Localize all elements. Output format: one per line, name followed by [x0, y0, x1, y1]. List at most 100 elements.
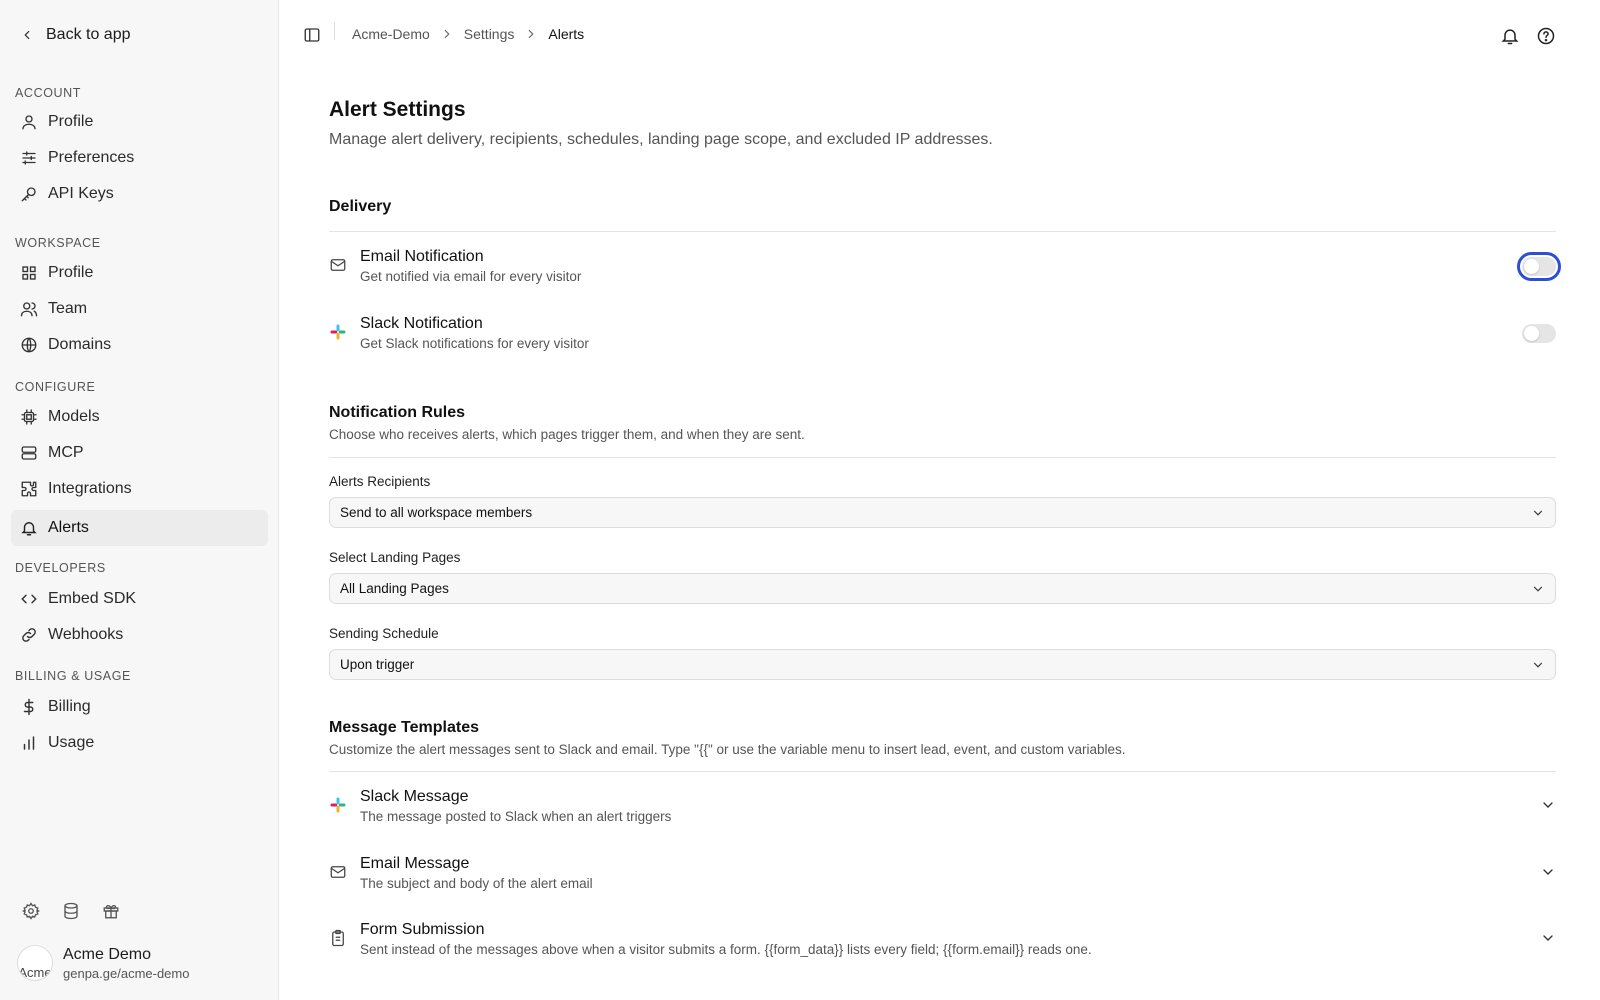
sidebar-item-alerts[interactable]: Alerts: [11, 510, 268, 546]
sidebar-item-label: Webhooks: [48, 626, 124, 643]
section-title-notification-rules: Notification Rules: [329, 404, 466, 421]
section-label-developers: DEVELOPERS: [15, 561, 106, 575]
email-notification-row: Email Notification Get notified via emai…: [329, 248, 1561, 298]
alerts-recipients-select[interactable]: Send to all workspace members: [329, 497, 1556, 528]
chevron-down-icon: [1531, 582, 1545, 596]
email-message-desc: The subject and body of the alert email: [360, 876, 593, 891]
divider: [329, 457, 1556, 458]
code-icon: [20, 590, 38, 608]
form-submission-title: Form Submission: [360, 921, 485, 938]
sidebar-item-label: Profile: [48, 113, 94, 130]
chevron-down-icon[interactable]: [1540, 864, 1556, 880]
sidebar-item-label: Billing: [48, 698, 91, 715]
mail-icon: [329, 863, 347, 881]
globe-icon: [20, 336, 38, 354]
sidebar-item-team[interactable]: Team: [11, 291, 268, 327]
chevron-down-icon: [1531, 658, 1545, 672]
landing-pages-select[interactable]: All Landing Pages: [329, 573, 1556, 604]
puzzle-icon: [20, 480, 38, 498]
sidebar-item-webhooks[interactable]: Webhooks: [11, 617, 268, 653]
sidebar-item-integrations[interactable]: Integrations: [11, 471, 268, 507]
sidebar-item-label: Team: [48, 300, 88, 317]
dollar-icon: [20, 698, 38, 716]
sidebar-item-domains[interactable]: Domains: [11, 327, 268, 363]
gear-icon[interactable]: [22, 902, 40, 920]
sliders-icon: [20, 149, 38, 167]
key-icon: [20, 185, 38, 203]
sidebar-item-embed-sdk[interactable]: Embed SDK: [11, 581, 268, 617]
sending-schedule-value: Upon trigger: [340, 657, 415, 672]
chevron-left-icon: [20, 28, 34, 42]
section-label-configure: CONFIGURE: [15, 380, 96, 394]
section-title-message-templates: Message Templates: [329, 719, 479, 736]
user-icon: [20, 113, 38, 131]
mail-icon: [329, 256, 347, 274]
divider: [329, 771, 1556, 772]
section-title-delivery: Delivery: [329, 198, 392, 215]
toggle-knob: [1524, 326, 1539, 341]
slack-notification-desc: Get Slack notifications for every visito…: [360, 336, 589, 351]
section-label-workspace: WORKSPACE: [15, 236, 101, 250]
email-message-accordion[interactable]: Email Message The subject and body of th…: [329, 855, 1556, 905]
server-icon: [20, 444, 38, 462]
landing-pages-value: All Landing Pages: [340, 581, 449, 596]
sidebar-item-account-profile[interactable]: Profile: [11, 104, 268, 140]
gift-icon[interactable]: [102, 902, 120, 920]
section-subtitle-message-templates: Customize the alert messages sent to Sla…: [329, 742, 1126, 757]
form-submission-desc: Sent instead of the messages above when …: [360, 942, 1092, 957]
bell-icon: [20, 519, 38, 537]
avatar-alt-text: Acme: [18, 965, 52, 980]
chevron-down-icon[interactable]: [1540, 930, 1556, 946]
grid-icon: [20, 264, 38, 282]
sidebar-item-label: Preferences: [48, 149, 135, 166]
sidebar-footer-icons: [22, 902, 120, 920]
sidebar-item-billing[interactable]: Billing: [11, 689, 268, 725]
sidebar-item-label: Integrations: [48, 480, 132, 497]
sidebar-item-label: API Keys: [48, 185, 114, 202]
slack-message-desc: The message posted to Slack when an aler…: [360, 809, 672, 824]
link-icon: [20, 626, 38, 644]
chevron-down-icon: [1531, 506, 1545, 520]
slack-message-accordion[interactable]: Slack Message The message posted to Slac…: [329, 788, 1556, 838]
section-label-account: ACCOUNT: [15, 86, 82, 100]
alerts-recipients-label: Alerts Recipients: [329, 474, 431, 489]
section-label-billing-usage: BILLING & USAGE: [15, 669, 131, 683]
back-to-app-link[interactable]: Back to app: [20, 23, 131, 47]
slack-notification-row: Slack Notification Get Slack notificatio…: [329, 315, 1556, 365]
sidebar-item-workspace-profile[interactable]: Profile: [11, 255, 268, 291]
sidebar-item-label: Models: [48, 408, 100, 425]
sidebar-item-label: Usage: [48, 734, 95, 751]
users-icon: [20, 300, 38, 318]
sidebar-toggle-icon[interactable]: [303, 26, 321, 44]
slack-notification-toggle[interactable]: [1522, 324, 1556, 343]
clipboard-icon: [329, 929, 347, 947]
main-content: Alert Settings Manage alert delivery, re…: [329, 0, 1561, 1000]
sending-schedule-label: Sending Schedule: [329, 626, 439, 641]
chevron-down-icon[interactable]: [1540, 797, 1556, 813]
toggle-knob: [1524, 259, 1539, 274]
bar-chart-icon: [20, 734, 38, 752]
email-notification-desc: Get notified via email for every visitor: [360, 269, 582, 284]
user-account[interactable]: Acme Acme Demo genpa.ge/acme-demo: [17, 945, 189, 981]
form-submission-accordion[interactable]: Form Submission Sent instead of the mess…: [329, 921, 1556, 971]
user-name: Acme Demo: [63, 945, 152, 963]
landing-pages-label: Select Landing Pages: [329, 550, 461, 565]
back-to-app-label: Back to app: [46, 26, 131, 43]
slack-notification-title: Slack Notification: [360, 315, 483, 332]
page-subtitle: Manage alert delivery, recipients, sched…: [329, 131, 993, 148]
sidebar-item-mcp[interactable]: MCP: [11, 435, 268, 471]
email-notification-title: Email Notification: [360, 248, 484, 265]
slack-icon: [329, 796, 347, 814]
sidebar-item-usage[interactable]: Usage: [11, 725, 268, 761]
email-notification-toggle[interactable]: [1517, 252, 1561, 281]
sidebar-item-models[interactable]: Models: [11, 399, 268, 435]
sidebar-item-api-keys[interactable]: API Keys: [11, 176, 268, 212]
sidebar: Back to app ACCOUNT Profile Preferences …: [0, 0, 279, 1000]
slack-icon: [329, 323, 347, 341]
database-icon[interactable]: [62, 902, 80, 920]
sidebar-item-label: Domains: [48, 336, 112, 353]
sidebar-item-preferences[interactable]: Preferences: [11, 140, 268, 176]
alerts-recipients-value: Send to all workspace members: [340, 505, 533, 520]
sending-schedule-select[interactable]: Upon trigger: [329, 649, 1556, 680]
sidebar-item-label: Alerts: [48, 519, 89, 536]
